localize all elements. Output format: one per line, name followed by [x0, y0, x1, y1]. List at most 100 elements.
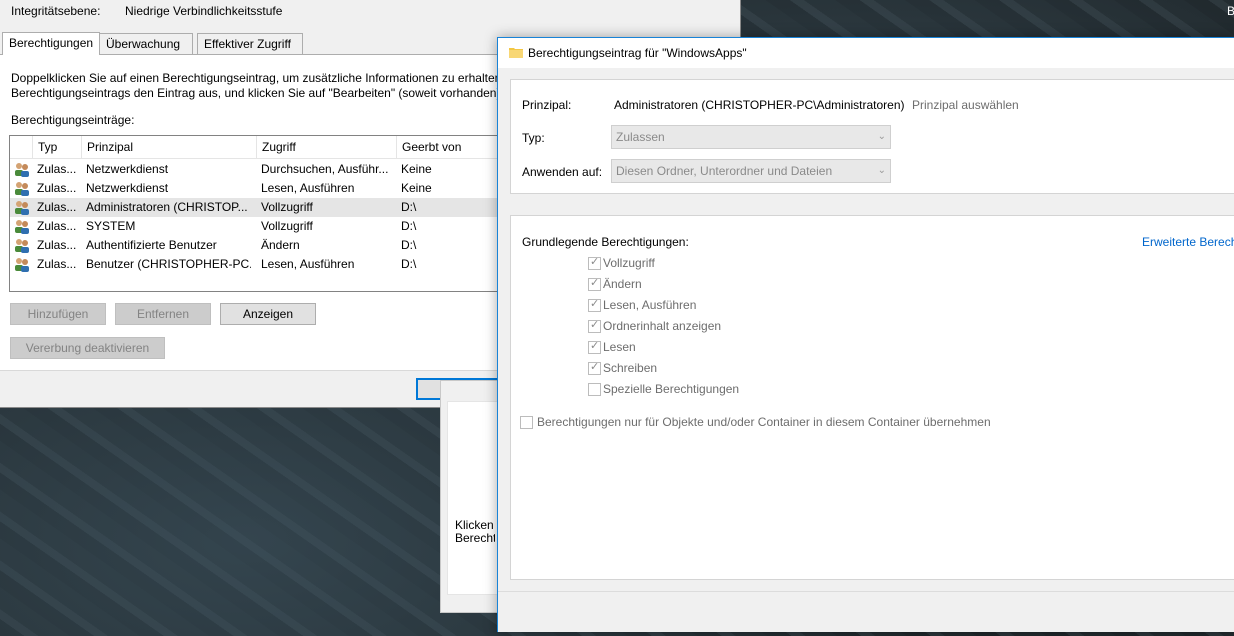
cell-access: Vollzugriff [261, 200, 313, 214]
cell-type: Zulas... [37, 238, 77, 252]
principal-label: Prinzipal: [522, 98, 572, 112]
table-row[interactable]: Zulas... SYSTEM Vollzugriff D:\ [10, 217, 510, 236]
apply-only-label: Berechtigungen nur für Objekte und/oder … [537, 415, 991, 429]
check-icon: ✓ [590, 298, 600, 310]
permission-label: Ordnerinhalt anzeigen [603, 319, 722, 333]
description-line-1: Doppelklicken Sie auf einen Berechtigung… [11, 71, 502, 85]
checkbox[interactable]: ✓ [588, 256, 601, 270]
basic-permissions-label: Grundlegende Berechtigungen: [522, 235, 689, 249]
applies-to-select-value: Diesen Ordner, Unterordner und Dateien [616, 164, 833, 178]
checkbox[interactable]: ✓ [588, 361, 601, 375]
permissions-section: Grundlegende Berechtigungen: Erweiterte … [510, 215, 1234, 580]
description-line-2: Berechtigungseintrags den Eintrag aus, u… [11, 86, 504, 100]
checkbox[interactable]: ✓ [588, 340, 601, 354]
cell-principal: SYSTEM [86, 219, 136, 233]
cell-inherited: D:\ [401, 219, 417, 233]
user-group-icon [15, 258, 29, 272]
cell-principal: Netzwerkdienst [86, 162, 169, 176]
user-group-icon [15, 220, 29, 234]
dialog-titlebar[interactable]: Berechtigungseintrag für "WindowsApps" [498, 38, 1234, 68]
cell-inherited: Keine [401, 181, 432, 195]
permission-label: Lesen [603, 340, 636, 354]
column-access[interactable]: Zugriff [256, 136, 392, 158]
table-row[interactable]: Zulas... Netzwerkdienst Durchsuchen, Aus… [10, 160, 510, 179]
chevron-down-icon: ⌄ [877, 131, 886, 142]
type-select[interactable]: Zulassen ⌄ [611, 125, 891, 149]
checkbox[interactable] [520, 416, 533, 429]
tab-effective-access[interactable]: Effektiver Zugriff [197, 33, 303, 54]
permission-label: Spezielle Berechtigungen [603, 382, 740, 396]
select-principal-link[interactable]: Prinzipal auswählen [912, 98, 1019, 112]
table-row[interactable]: Zulas... Benutzer (CHRISTOPHER-PC... Les… [10, 255, 510, 274]
add-button[interactable]: Hinzufügen [10, 303, 106, 325]
cell-principal: Authentifizierte Benutzer [86, 238, 217, 252]
advanced-permissions-link[interactable]: Erweiterte Berecht [1142, 235, 1234, 249]
checkbox[interactable] [588, 383, 601, 396]
cell-type: Zulas... [37, 200, 77, 214]
dialog-title: Berechtigungseintrag für "WindowsApps" [528, 46, 747, 60]
check-icon: ✓ [590, 361, 600, 373]
type-select-value: Zulassen [616, 130, 665, 144]
type-label: Typ: [522, 131, 545, 145]
cell-type: Zulas... [37, 257, 77, 271]
partial-window-text: Klicken Berecht [455, 519, 495, 545]
cell-access: Ändern [261, 238, 300, 252]
user-group-icon [15, 239, 29, 253]
view-button[interactable]: Anzeigen [220, 303, 316, 325]
check-icon: ✓ [590, 277, 600, 289]
table-row[interactable]: Zulas... Authentifizierte Benutzer Änder… [10, 236, 510, 255]
checkbox[interactable]: ✓ [588, 298, 601, 312]
tab-auditing[interactable]: Überwachung [99, 33, 193, 54]
column-inherited[interactable]: Geerbt von [396, 136, 510, 158]
checkbox[interactable]: ✓ [588, 277, 601, 291]
table-row[interactable]: Zulas... Netzwerkdienst Lesen, Ausführen… [10, 179, 510, 198]
column-type[interactable]: Typ [32, 136, 82, 158]
remove-button[interactable]: Entfernen [115, 303, 211, 325]
cell-type: Zulas... [37, 219, 77, 233]
chevron-down-icon: ⌄ [877, 165, 886, 176]
user-group-icon [15, 182, 29, 196]
permission-entry-dialog: Berechtigungseintrag für "WindowsApps" P… [497, 37, 1234, 632]
cell-principal: Administratoren (CHRISTOP... [86, 200, 248, 214]
cell-access: Durchsuchen, Ausführ... [261, 162, 389, 176]
permission-label: Ändern [603, 277, 642, 291]
cell-inherited: D:\ [401, 238, 417, 252]
checkbox[interactable]: ✓ [588, 319, 601, 333]
entries-label: Berechtigungseinträge: [11, 113, 135, 127]
column-principal[interactable]: Prinzipal [81, 136, 252, 158]
disable-inheritance-button[interactable]: Vererbung deaktivieren [10, 337, 165, 359]
cell-inherited: Keine [401, 162, 432, 176]
partial-text-line-2: Berecht [455, 531, 495, 545]
permission-entries-list[interactable]: Typ Prinzipal Zugriff Geerbt von Zulas..… [9, 135, 511, 292]
user-group-icon [15, 163, 29, 177]
permission-label: Vollzugriff [603, 256, 655, 270]
applies-to-select[interactable]: Diesen Ordner, Unterordner und Dateien ⌄ [611, 159, 891, 183]
tab-permissions[interactable]: Berechtigungen [2, 32, 100, 55]
integrity-label: Integritätsebene: [11, 4, 101, 18]
permission-label: Lesen, Ausführen [603, 298, 697, 312]
dialog-button-bar [498, 591, 1234, 632]
user-group-icon [15, 201, 29, 215]
check-icon: ✓ [590, 340, 600, 352]
integrity-value: Niedrige Verbindlichkeitsstufe [125, 4, 283, 18]
cell-access: Lesen, Ausführen [261, 257, 355, 271]
cell-principal: Netzwerkdienst [86, 181, 169, 195]
cell-type: Zulas... [37, 162, 77, 176]
list-header: Typ Prinzipal Zugriff Geerbt von [10, 136, 510, 159]
permission-label: Schreiben [603, 361, 658, 375]
desktop-corner-text: B [1227, 4, 1234, 18]
cell-access: Lesen, Ausführen [261, 181, 355, 195]
cell-inherited: D:\ [401, 200, 417, 214]
cell-inherited: D:\ [401, 257, 417, 271]
applies-to-label: Anwenden auf: [522, 165, 603, 179]
cell-access: Vollzugriff [261, 219, 313, 233]
check-icon: ✓ [590, 256, 600, 268]
principal-section: Prinzipal: Administratoren (CHRISTOPHER-… [510, 79, 1234, 194]
cell-principal: Benutzer (CHRISTOPHER-PC... [86, 257, 251, 271]
folder-icon [509, 48, 523, 58]
description: Doppelklicken Sie auf einen Berechtigung… [11, 71, 504, 101]
cell-type: Zulas... [37, 181, 77, 195]
table-row-selected[interactable]: Zulas... Administratoren (CHRISTOP... Vo… [10, 198, 510, 217]
principal-value: Administratoren (CHRISTOPHER-PC\Administ… [614, 98, 905, 112]
check-icon: ✓ [590, 319, 600, 331]
